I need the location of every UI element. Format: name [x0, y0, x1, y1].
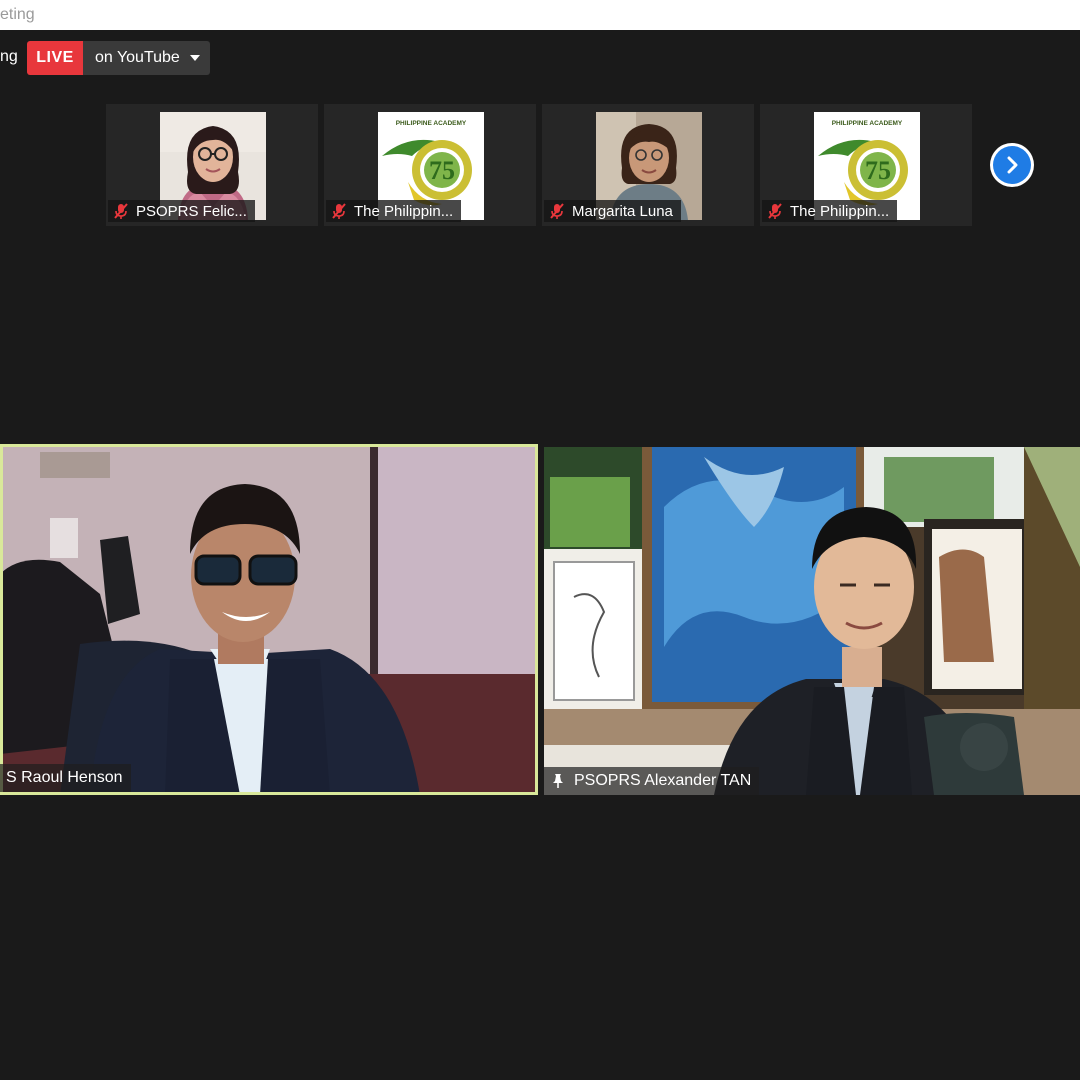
participant-name: The Philippin... [354, 202, 454, 220]
participant-video-feed [0, 444, 538, 795]
live-badge: LIVE [27, 41, 83, 75]
svg-text:PHILIPPINE ACADEMY: PHILIPPINE ACADEMY [396, 120, 467, 127]
participant-video-feed [544, 447, 1080, 795]
participant-name-bar: The Philippin... [326, 200, 462, 222]
participant-thumbnail[interactable]: PSOPRS Felic... [106, 104, 318, 226]
streaming-status-label: ng [0, 48, 18, 65]
caret-down-icon [189, 55, 200, 61]
svg-text:PHILIPPINE ACADEMY: PHILIPPINE ACADEMY [832, 120, 903, 127]
video-tile[interactable]: PSOPRS Alexander TAN [544, 447, 1080, 795]
participant-name: The Philippin... [790, 202, 890, 220]
svg-text:75: 75 [865, 156, 891, 185]
video-tile-active-speaker[interactable]: S Raoul Henson [0, 444, 538, 795]
participant-name-bar: The Philippin... [762, 200, 898, 222]
pin-icon [553, 774, 563, 788]
live-stream-indicator: LIVE on YouTube [27, 41, 210, 75]
next-page-button[interactable] [990, 143, 1034, 187]
participant-name-bar: Margarita Luna [544, 200, 681, 222]
mic-muted-icon [768, 203, 782, 219]
video-name-bar: S Raoul Henson [0, 764, 131, 792]
live-platform-label: on YouTube [95, 49, 180, 66]
participant-thumbnail[interactable]: Margarita Luna [542, 104, 754, 226]
participant-thumbnail[interactable]: PHILIPPINE ACADEMY 75 The Philippin... [324, 104, 536, 226]
chevron-right-icon [1007, 156, 1018, 174]
window-title-bar: eting [0, 0, 1080, 30]
svg-text:75: 75 [429, 156, 455, 185]
window-title: eting [0, 6, 35, 23]
participant-name-bar: PSOPRS Felic... [108, 200, 255, 222]
participant-name: S Raoul Henson [6, 769, 123, 786]
video-name-bar: PSOPRS Alexander TAN [544, 767, 760, 795]
live-platform-dropdown[interactable]: on YouTube [83, 41, 210, 75]
participant-name: PSOPRS Alexander TAN [574, 772, 752, 789]
mic-muted-icon [332, 203, 346, 219]
participant-thumbnail[interactable]: PHILIPPINE ACADEMY 75 The Philippin... [760, 104, 972, 226]
participant-name: Margarita Luna [572, 202, 673, 220]
mic-muted-icon [114, 203, 128, 219]
mic-muted-icon [550, 203, 564, 219]
participant-name: PSOPRS Felic... [136, 202, 247, 220]
